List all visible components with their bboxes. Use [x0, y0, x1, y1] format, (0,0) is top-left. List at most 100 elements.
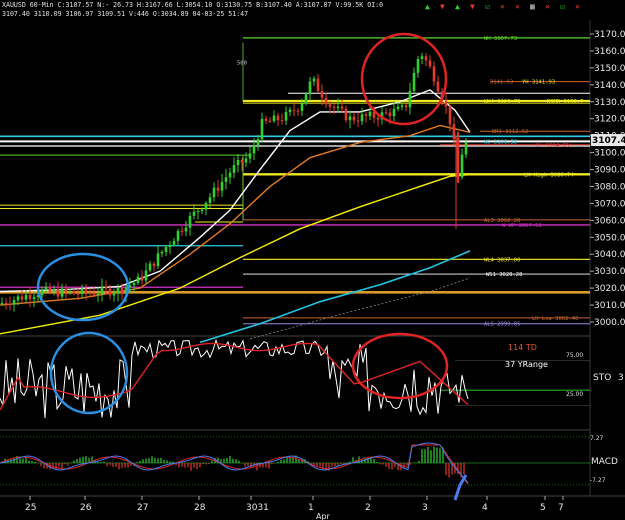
level-label-rsmr: RSMR 3130.7 — [547, 99, 583, 105]
candle-body — [204, 202, 208, 210]
candle-body — [48, 286, 52, 292]
candle-body — [60, 288, 64, 297]
chart-window: XAUUSD 60-Min C:3107.57 N:- 26.73 H:3167… — [0, 0, 625, 520]
candle-body — [44, 286, 48, 290]
time-tick-label: 28 — [194, 503, 206, 513]
candle-body — [104, 286, 108, 289]
annotations — [36, 32, 449, 415]
candle-body — [416, 58, 420, 73]
time-tick-label: 4 — [482, 503, 488, 513]
month-label: Apr — [316, 512, 331, 520]
candle-body — [412, 72, 416, 91]
candle-body — [392, 108, 396, 117]
candle-body — [116, 287, 120, 294]
price-tick-label: 3090.00 — [594, 166, 625, 176]
price-tick-label: 3170.00 — [594, 30, 625, 40]
candle-body — [308, 81, 312, 95]
candle-body — [408, 90, 412, 108]
current-price-label: 3107.4 — [592, 136, 625, 146]
candle-body — [148, 263, 152, 271]
price-tick-label: 3020.00 — [594, 284, 625, 294]
candle-body — [224, 177, 228, 182]
td-label: 114 TD — [508, 343, 537, 352]
price-tick-label: 3040.00 — [594, 250, 625, 260]
candle-body — [168, 244, 172, 248]
candle-body — [100, 286, 104, 295]
candle-body — [460, 154, 464, 178]
level-label-wo: WO 3106.58 — [484, 139, 517, 145]
sto-25: 25.00 — [566, 391, 583, 398]
candle-body — [448, 106, 452, 125]
candle-body — [24, 295, 28, 300]
candle-body — [444, 100, 448, 107]
candle-body — [436, 81, 440, 92]
candle-body — [260, 118, 264, 140]
candle-body — [456, 139, 460, 178]
sto-label: STO — [593, 373, 611, 383]
candle-body — [356, 120, 360, 122]
candle-body — [64, 288, 68, 292]
candle-body — [88, 292, 92, 294]
candle-body — [132, 283, 136, 286]
level-label-al5: AL5 2999.05 — [484, 322, 520, 328]
candle-body — [432, 66, 436, 82]
time-tick-label: 3 — [422, 503, 428, 513]
price-tick-label: 3010.00 — [594, 301, 625, 311]
time-tick-label: 7 — [558, 503, 564, 513]
chart-canvas[interactable]: WH 3167.73 YH 3141.93 3141.93 WH4 3129.78 RS… — [0, 0, 625, 520]
blue-circle-sto — [49, 331, 129, 415]
candle-body — [404, 105, 408, 108]
candle-body — [292, 109, 296, 111]
candle-body — [280, 120, 284, 122]
candle-body — [28, 295, 32, 300]
candle-body — [332, 106, 336, 108]
candle-body — [52, 289, 56, 292]
level-label-wl4: WL4 3037.00 — [484, 257, 520, 263]
candle-body — [244, 158, 248, 163]
candle-body — [4, 302, 8, 305]
candle-body — [108, 288, 112, 296]
candle-body — [300, 103, 304, 111]
price-tick-label: 3080.00 — [594, 182, 625, 192]
candle-body — [252, 145, 256, 154]
candle-body — [272, 115, 276, 122]
candle-body — [264, 118, 268, 121]
time-axis: 25 26 27 28 3031 1 2 3 4 5 7 — [25, 496, 564, 513]
candle-body — [160, 251, 164, 254]
candle-body — [188, 215, 192, 228]
time-tick-label: 3031 — [246, 503, 269, 513]
time-tick-label: 5 — [540, 503, 546, 513]
macd-bottom: -7.27 — [590, 477, 606, 484]
candle-body — [268, 120, 272, 122]
candle-body — [428, 60, 432, 67]
candle-body — [180, 231, 184, 233]
candle-body — [364, 114, 368, 117]
level-label-wh: WH 3167.73 — [484, 36, 517, 42]
candle-body — [120, 287, 124, 294]
candle-body — [400, 105, 404, 107]
price-tick-label: 3060.00 — [594, 216, 625, 226]
level-label-wr1: WR1 3112.62 — [492, 129, 528, 135]
candle-body — [316, 78, 320, 92]
candlesticks — [0, 52, 468, 312]
macd-pane — [0, 436, 590, 501]
macd-label: MACD — [591, 457, 618, 467]
candle-body — [84, 288, 88, 293]
candle-body — [152, 263, 156, 267]
candle-body — [220, 181, 224, 191]
level-label-r-top: 3141.93 — [490, 80, 513, 86]
time-tick-label: 1 — [308, 503, 314, 513]
yrange-label: 37 YRange — [505, 360, 548, 369]
candle-body — [140, 276, 144, 281]
candle-body — [16, 296, 20, 301]
candle-body — [384, 112, 388, 114]
price-tick-label: 3100.00 — [594, 149, 625, 159]
candle-body — [144, 270, 148, 281]
level-label-lh-low: LH Low 3002.40 — [532, 316, 578, 322]
candle-body — [8, 304, 12, 306]
price-axis: 3170.00 3160.00 3150.00 3140.00 3130.00 3120.… — [590, 30, 625, 328]
candle-body — [216, 187, 220, 191]
candle-body — [156, 253, 160, 267]
candle-body — [236, 160, 240, 166]
sto-75: 75.00 — [566, 352, 583, 359]
